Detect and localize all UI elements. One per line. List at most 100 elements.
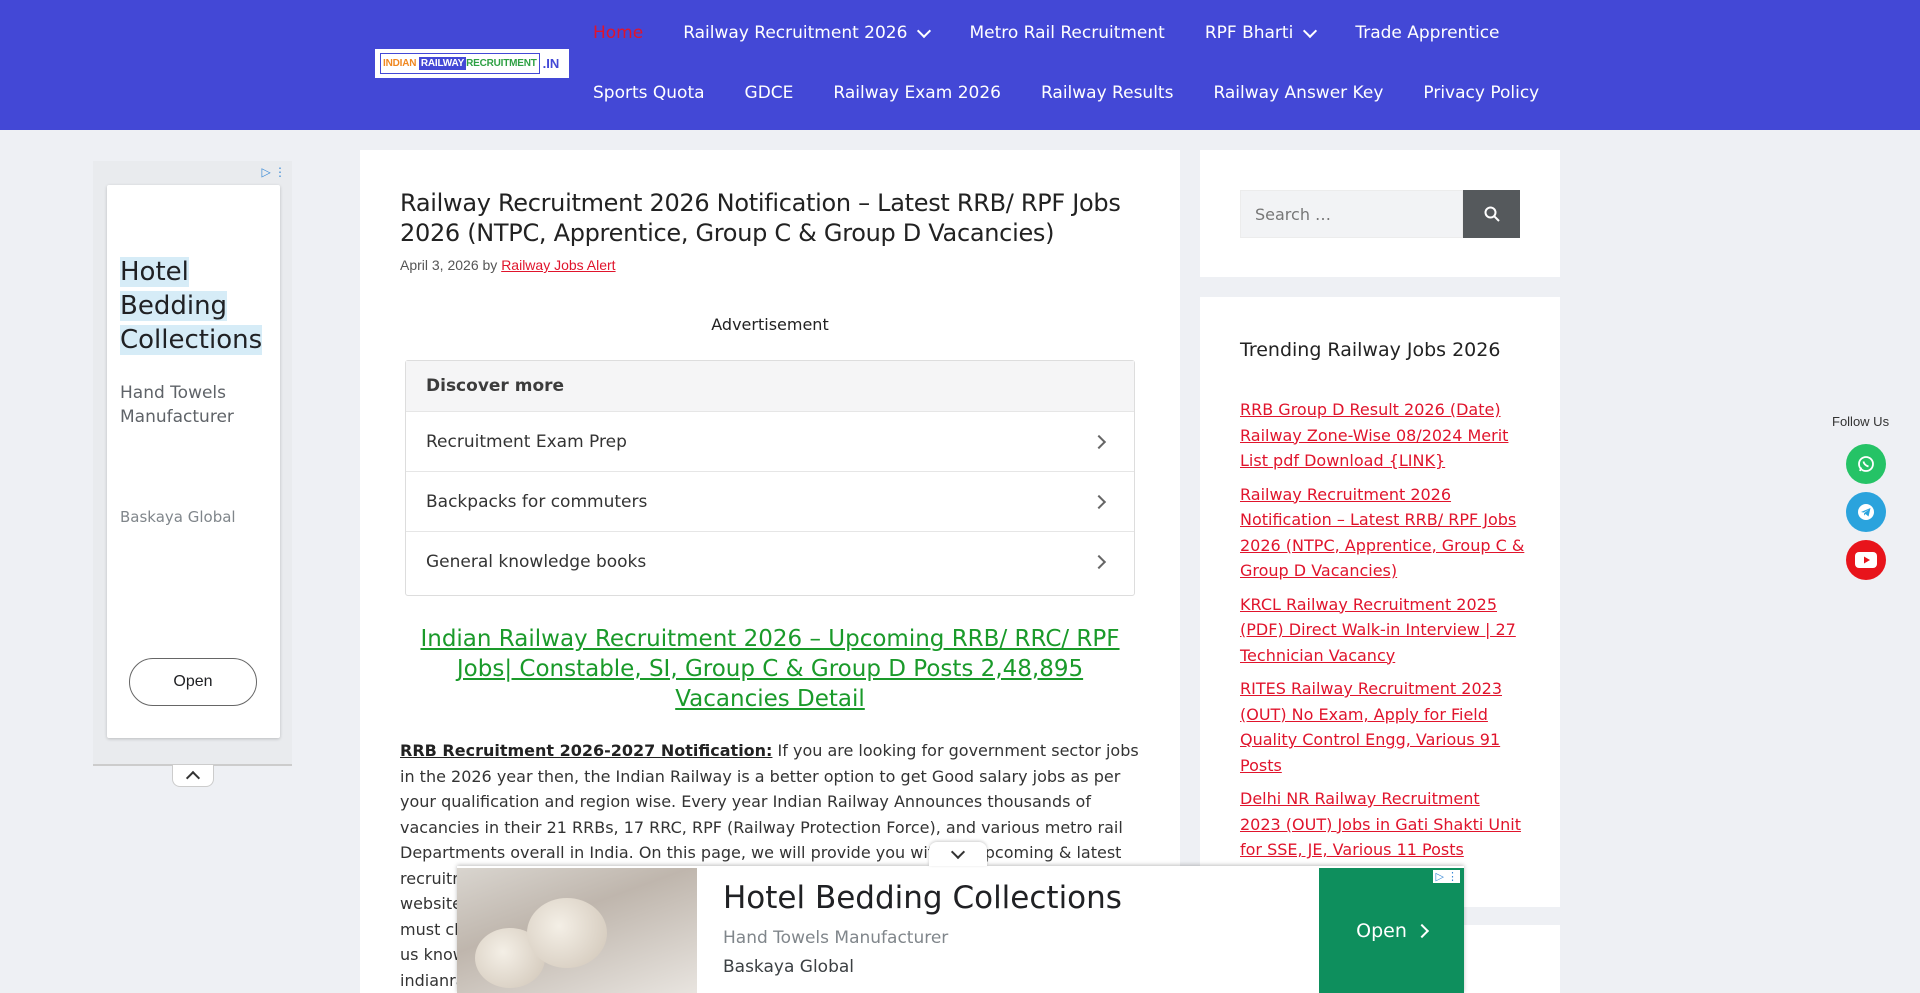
ad-open-button[interactable]: Open: [1319, 868, 1464, 993]
whatsapp-icon: [1858, 456, 1874, 472]
chevron-down-icon: [1303, 23, 1318, 38]
chevron-right-icon: [1414, 923, 1429, 938]
nav-sports-quota[interactable]: Sports Quota: [593, 83, 705, 103]
ad-headline[interactable]: Hotel Bedding Collections: [723, 880, 1122, 916]
chevron-down-icon: [917, 23, 932, 38]
main-nav-row-1: Home Railway Recruitment 2026 Metro Rail…: [593, 18, 1540, 48]
trending-link[interactable]: RITES Railway Recruitment 2023 (OUT) No …: [1240, 676, 1525, 778]
discover-item[interactable]: General knowledge books: [406, 531, 1134, 591]
trending-link[interactable]: Delhi NR Railway Recruitment 2023 (OUT) …: [1240, 786, 1525, 863]
chevron-right-icon: [1091, 494, 1107, 509]
nav-railway-answer-key[interactable]: Railway Answer Key: [1213, 83, 1383, 103]
nav-home-label: Home: [593, 23, 644, 43]
nav-metro-rail[interactable]: Metro Rail Recruitment: [969, 23, 1164, 43]
trending-link[interactable]: Railway Recruitment 2026 Notification – …: [1240, 482, 1525, 584]
nav-railway-answer-key-label: Railway Answer Key: [1213, 83, 1384, 103]
article-fragment: us know: [400, 945, 466, 964]
nav-gdce[interactable]: GDCE: [745, 83, 794, 103]
nav-railway-recruitment-label: Railway Recruitment 2026: [683, 23, 908, 43]
trending-list: RRB Group D Result 2026 (Date) Railway Z…: [1240, 397, 1525, 871]
ad-image[interactable]: [457, 868, 697, 993]
discover-item-label: Backpacks for commuters: [426, 491, 648, 512]
nav-railway-exam[interactable]: Railway Exam 2026: [833, 83, 1001, 103]
youtube-button[interactable]: [1846, 540, 1886, 580]
ad-collapse-button[interactable]: [172, 765, 214, 787]
towel-roll: [527, 898, 607, 968]
site-logo[interactable]: INDIAN RAILWAY RECRUITMENT .IN: [375, 49, 569, 78]
nav-home[interactable]: Home: [593, 23, 643, 43]
chevron-down-icon: [950, 844, 966, 859]
chevron-right-icon: [1091, 554, 1107, 569]
advertisement-label: Advertisement: [711, 315, 829, 334]
ad-card[interactable]: Hotel Bedding Collections Hand Towels Ma…: [107, 185, 280, 738]
article-lead: RRB Recruitment 2026-2027 Notification:: [400, 741, 773, 760]
ad-headline[interactable]: Hotel Bedding Collections: [120, 255, 263, 357]
article-fragment: must ch: [400, 919, 465, 939]
ad-headline-line: Collections: [120, 325, 263, 355]
chevron-right-icon: [1091, 434, 1107, 449]
ad-headline-line: Bedding: [120, 291, 228, 321]
discover-item-label: Recruitment Exam Prep: [426, 431, 627, 452]
nav-railway-exam-label: Railway Exam 2026: [833, 83, 1001, 103]
search-button[interactable]: [1463, 190, 1520, 238]
ad-open-button[interactable]: Open: [129, 658, 257, 706]
article-fragment: website: [400, 894, 462, 913]
trending-widget: Trending Railway Jobs 2026 RRB Group D R…: [1200, 297, 1560, 907]
author-link[interactable]: Railway Jobs Alert: [501, 257, 615, 273]
discover-item[interactable]: Backpacks for commuters: [406, 471, 1134, 531]
trending-link[interactable]: KRCL Railway Recruitment 2025 (PDF) Dire…: [1240, 592, 1525, 669]
nav-metro-rail-label: Metro Rail Recruitment: [969, 23, 1165, 43]
youtube-icon: [1855, 552, 1877, 568]
site-header: INDIAN RAILWAY RECRUITMENT .IN Home Railw…: [0, 0, 1920, 130]
ad-advertiser: Baskaya Global: [120, 508, 236, 526]
page-title: Railway Recruitment 2026 Notification – …: [400, 189, 1121, 247]
article-fragment: indianra: [400, 970, 466, 990]
discover-item-label: General knowledge books: [426, 551, 647, 572]
search-placeholder: Search …: [1255, 204, 1332, 224]
nav-privacy-policy-label: Privacy Policy: [1423, 83, 1540, 103]
nav-trade-apprentice[interactable]: Trade Apprentice: [1355, 23, 1499, 43]
telegram-icon: [1858, 504, 1874, 520]
anchor-ad-toggle[interactable]: [929, 842, 987, 866]
nav-railway-recruitment[interactable]: Railway Recruitment 2026: [683, 23, 932, 43]
logo-part-indian: INDIAN: [383, 58, 419, 69]
ad-advertiser: Baskaya Global: [723, 957, 855, 977]
article-by: by: [482, 257, 498, 273]
telegram-button[interactable]: [1846, 492, 1886, 532]
nav-trade-apprentice-label: Trade Apprentice: [1355, 23, 1500, 43]
nav-railway-results[interactable]: Railway Results: [1041, 83, 1173, 103]
main-nav-row-2: Sports Quota GDCE Railway Exam 2026 Rail…: [593, 78, 1579, 108]
nav-rpf-bharti-label: RPF Bharti: [1204, 23, 1294, 43]
nav-railway-results-label: Railway Results: [1040, 83, 1174, 103]
adchoices-icon[interactable]: ▷ ⋮: [1433, 870, 1460, 883]
article-meta: April 3, 2026 by Railway Jobs Alert: [400, 257, 616, 273]
discover-more-box: Discover more Recruitment Exam Prep Back…: [405, 360, 1135, 596]
discover-more-heading: Discover more: [406, 361, 1134, 411]
nav-privacy-policy[interactable]: Privacy Policy: [1423, 83, 1539, 103]
ad-open-label: Open: [1356, 919, 1407, 942]
nav-sports-quota-label: Sports Quota: [593, 83, 705, 103]
logo-mark: INDIAN RAILWAY RECRUITMENT: [380, 53, 540, 74]
bottom-anchor-ad[interactable]: Hotel Bedding Collections Hand Towels Ma…: [457, 842, 1464, 993]
left-sidebar-ad[interactable]: ▷ ⋮ Hotel Bedding Collections Hand Towel…: [93, 161, 292, 787]
nav-rpf-bharti[interactable]: RPF Bharti: [1204, 23, 1318, 43]
search-icon: [1484, 206, 1500, 222]
search-widget: Search …: [1200, 150, 1560, 277]
whatsapp-button[interactable]: [1846, 444, 1886, 484]
adchoices-icon[interactable]: ▷ ⋮: [261, 165, 286, 179]
ad-headline-line: Hotel: [120, 257, 189, 287]
featured-article-link[interactable]: Indian Railway Recruitment 2026 – Upcomi…: [400, 624, 1140, 714]
chevron-up-icon: [185, 770, 201, 786]
ad-subtitle: Hand Towels Manufacturer: [120, 383, 234, 427]
logo-part-recruitment: RECRUITMENT: [466, 58, 537, 69]
nav-gdce-label: GDCE: [744, 83, 794, 103]
search-input[interactable]: Search …: [1240, 190, 1463, 238]
logo-text: INDIAN RAILWAY RECRUITMENT: [383, 57, 537, 70]
follow-us-label: Follow Us: [1832, 414, 1890, 429]
trending-link[interactable]: RRB Group D Result 2026 (Date) Railway Z…: [1240, 397, 1525, 474]
ad-subtitle: Hand Towels Manufacturer: [723, 928, 949, 948]
article-date: April 3, 2026: [400, 257, 479, 273]
logo-part-railway: RAILWAY: [418, 57, 467, 70]
discover-item[interactable]: Recruitment Exam Prep: [406, 411, 1134, 471]
trending-heading: Trending Railway Jobs 2026: [1240, 339, 1501, 361]
